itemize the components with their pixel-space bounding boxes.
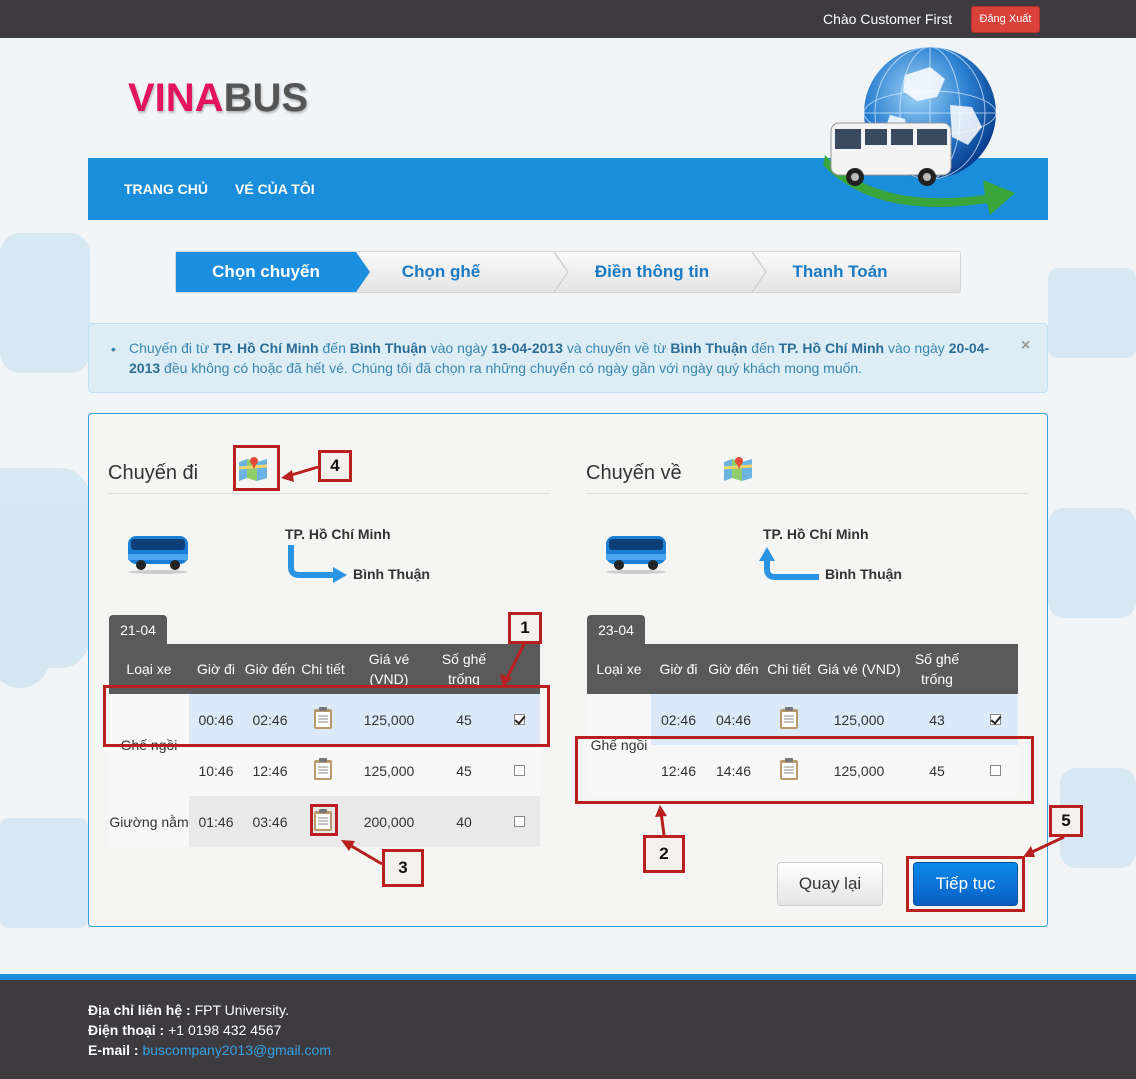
select-checkbox[interactable] — [514, 815, 525, 827]
clipboard-icon[interactable] — [779, 706, 799, 730]
seats-available: 45 — [429, 745, 499, 796]
annotation-box-details — [310, 804, 338, 836]
back-button[interactable]: Quay lại — [777, 862, 883, 906]
return-title: Chuyến về — [586, 462, 682, 484]
greeting-text: Chào Customer First — [823, 11, 953, 27]
annotation-box-continue — [906, 856, 1025, 912]
footer-phone: Điện thoại : +1 0198 432 4567 — [88, 1022, 282, 1038]
annotation-number: 5 — [1049, 805, 1083, 837]
bus-icon — [606, 536, 666, 574]
annotation-number: 2 — [643, 835, 685, 873]
price: 125,000 — [349, 745, 429, 796]
select-checkbox[interactable] — [514, 764, 525, 776]
logo-part-bus: BUS — [223, 76, 309, 120]
bus-icon — [128, 536, 188, 574]
top-bar: Chào Customer First Đăng Xuất — [0, 0, 1136, 38]
globe-bus-illustration — [823, 46, 1015, 215]
col-vehicle-type: Loại xe — [587, 644, 651, 694]
col-seats: Số ghế trống — [901, 644, 973, 694]
col-price: Giá vé (VND) — [817, 644, 901, 694]
footer-address: Địa chỉ liên hệ : FPT University. — [88, 1002, 289, 1018]
return-divider — [586, 493, 1028, 494]
site-logo[interactable]: VINABUS — [128, 76, 308, 121]
annotation-number: 1 — [508, 612, 542, 644]
logout-button[interactable]: Đăng Xuất — [971, 6, 1040, 33]
outbound-date-tab[interactable]: 21-04 — [109, 615, 167, 645]
email-link[interactable]: buscompany2013@gmail.com — [142, 1042, 331, 1058]
alert-close-icon[interactable]: × — [1021, 336, 1030, 356]
trip-selection-panel: Chuyến đi TP. Hồ Chí Minh Bình Thuận 21-… — [88, 413, 1048, 927]
step-fill-info[interactable]: Điền thông tin — [570, 252, 734, 292]
map-icon[interactable] — [722, 454, 754, 482]
logo-part-vina: VINA — [128, 76, 224, 120]
clipboard-icon[interactable] — [313, 757, 333, 781]
alert-text: Chuyến đi từ TP. Hồ Chí Minh đến Bình Th… — [129, 340, 990, 376]
col-details: Chi tiết — [761, 644, 817, 694]
step-payment[interactable]: Thanh Toán — [768, 252, 912, 292]
details-cell — [297, 745, 349, 796]
alert-bullet: • — [111, 341, 116, 357]
arrive-time: 03:46 — [243, 796, 297, 847]
return-route-to: Bình Thuận — [825, 566, 902, 582]
annotation-number: 4 — [318, 450, 352, 482]
step-choose-seat[interactable]: Chọn ghế — [366, 252, 516, 292]
info-alert: • Chuyến đi từ TP. Hồ Chí Minh đến Bình … — [88, 323, 1048, 393]
col-select — [973, 644, 1018, 694]
vehicle-type-cell: Giường nằm — [109, 796, 189, 847]
select-cell — [499, 745, 540, 796]
outbound-route-from: TP. Hồ Chí Minh — [285, 526, 391, 542]
nav-item-home[interactable]: TRANG CHỦ — [124, 181, 208, 197]
outbound-title: Chuyến đi — [108, 462, 199, 484]
return-date-tab[interactable]: 23-04 — [587, 615, 645, 645]
step-choose-trip[interactable]: Chọn chuyến — [176, 252, 356, 292]
select-checkbox[interactable] — [990, 713, 1001, 725]
route-arrow-icon — [288, 545, 347, 583]
step-divider — [752, 252, 767, 292]
nav-item-my-tickets[interactable]: VÉ CỦA TÔI — [235, 181, 315, 197]
annotation-number: 3 — [382, 849, 424, 887]
depart-time: 01:46 — [189, 796, 243, 847]
outbound-route-to: Bình Thuận — [353, 566, 430, 582]
annotation-box-return-row — [575, 736, 1034, 804]
step-divider — [554, 252, 569, 292]
booking-steps: Chọn chuyến Chọn ghế Điền thông tin Than… — [175, 251, 961, 293]
annotation-box-outbound-row — [103, 685, 550, 747]
seats-available: 40 — [429, 796, 499, 847]
col-depart: Giờ đi — [651, 644, 706, 694]
col-arrive: Giờ đến — [706, 644, 761, 694]
arrive-time: 12:46 — [243, 745, 297, 796]
route-return-arrow-icon — [759, 547, 819, 580]
annotation-box-map — [233, 445, 280, 491]
outbound-divider — [108, 493, 550, 494]
price: 200,000 — [349, 796, 429, 847]
return-route-from: TP. Hồ Chí Minh — [763, 526, 869, 542]
depart-time: 10:46 — [189, 745, 243, 796]
footer-email: E-mail : buscompany2013@gmail.com — [88, 1042, 331, 1058]
site-footer: Địa chỉ liên hệ : FPT University. Điện t… — [0, 980, 1136, 1079]
select-cell — [499, 796, 540, 847]
